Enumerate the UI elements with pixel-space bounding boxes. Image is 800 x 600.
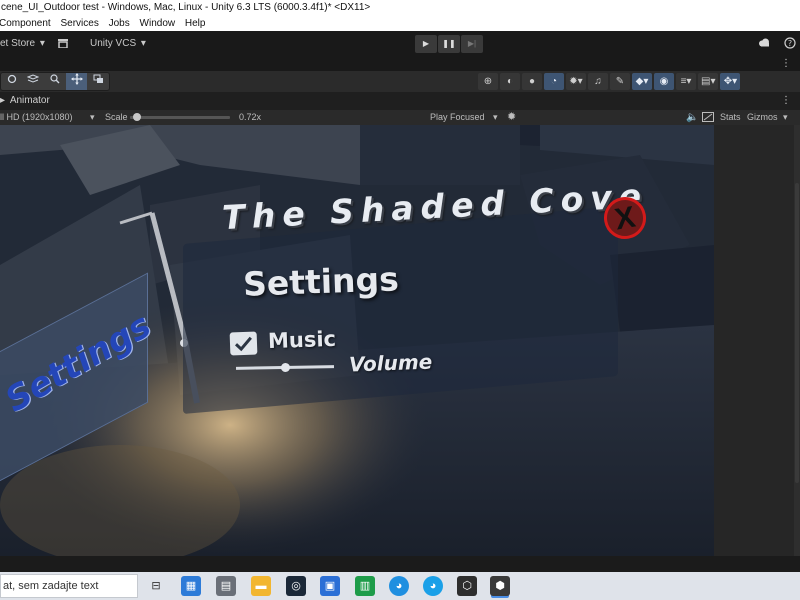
play-mode-label: Play Focused: [430, 112, 485, 122]
bug-icon[interactable]: ✹: [507, 110, 516, 125]
status-strip: [0, 556, 800, 572]
tab-arrow-icon: ▸: [0, 95, 6, 106]
chevron-down-icon[interactable]: ▾: [783, 110, 788, 125]
vcs-dropdown[interactable]: Unity VCS ▾: [90, 38, 146, 50]
play-controls: ▶ ❚❚ ▶|: [415, 35, 483, 53]
browser-icon[interactable]: ◕: [389, 576, 409, 596]
svg-text:?: ?: [788, 39, 792, 48]
view-tool-icon[interactable]: [1, 73, 23, 90]
gizmos-button[interactable]: Gizmos: [747, 110, 778, 125]
layers-dropdown-icon[interactable]: ≡▾: [676, 73, 696, 90]
more-options-icon[interactable]: ⋮: [781, 57, 791, 71]
main-toolbar: et Store ▾ Unity VCS ▾ ▶ ❚❚ ▶| ?: [0, 31, 800, 57]
draw-mode-icon[interactable]: ▤▾: [698, 73, 719, 90]
menu-help[interactable]: Help: [185, 16, 206, 31]
menu-component[interactable]: Component: [0, 16, 51, 31]
audio-toggle-icon[interactable]: ♫: [588, 73, 608, 90]
unity-editor-icon[interactable]: ⬢: [490, 576, 510, 596]
scene-view-options: ⊕ ◐ ● ◔ ✹▾ ♫ ✎ ◆▾ ◉ ≡▾ ▤▾ ✥▾: [478, 73, 741, 90]
store-icon[interactable]: ▣: [320, 576, 340, 596]
game-viewport[interactable]: The Shaded Cove X Settings Music Volume …: [0, 125, 714, 556]
chevron-down-icon: ▾: [39, 38, 45, 49]
scene-tools-bar: ⊕ ◐ ● ◔ ✹▾ ♫ ✎ ◆▾ ◉ ≡▾ ▤▾ ✥▾: [0, 71, 800, 92]
scrollbar[interactable]: [794, 125, 800, 556]
settings-heading: Settings: [242, 259, 400, 304]
pause-button[interactable]: ❚❚: [438, 35, 460, 53]
spreadsheet-icon[interactable]: ▥: [355, 576, 375, 596]
layers-tool-icon[interactable]: [23, 73, 45, 90]
shading-solid-icon[interactable]: ●: [522, 73, 542, 90]
window-title: cene_UI_Outdoor test - Windows, Mac, Lin…: [1, 2, 371, 13]
gizmo-dropdown-icon[interactable]: ✥▾: [720, 73, 741, 90]
scene-header-row: ⋮: [0, 57, 800, 71]
tab-more-icon[interactable]: ⋮: [781, 92, 791, 110]
os-taskbar: at, sem zadajte text ⊟ ▦ ▤ ▬ ◎ ▣ ▥ ◕ ◕ ⬡…: [0, 572, 800, 600]
volume-label: Volume: [348, 349, 433, 377]
inspector-side-panel: [714, 125, 800, 556]
asset-store-dropdown[interactable]: et Store ▾: [0, 38, 45, 50]
unity-hub-icon[interactable]: ⬡: [457, 576, 477, 596]
play-button[interactable]: ▶: [415, 35, 437, 53]
transform-tools: [0, 72, 110, 91]
effects-toggle-icon[interactable]: ✎: [610, 73, 630, 90]
camera-toggle-icon[interactable]: ◆▾: [632, 73, 652, 90]
lighting-toggle-icon[interactable]: ✹▾: [566, 73, 586, 90]
file-explorer-icon[interactable]: ▬: [251, 576, 271, 596]
menu-window[interactable]: Window: [140, 16, 176, 31]
game-tab-bar: ▸ Animator ⋮: [0, 92, 800, 110]
game-view-toolbar: ll HD (1920x1080) ▾ Scale 0.72x Play Foc…: [0, 110, 800, 125]
taskbar-search-input[interactable]: at, sem zadajte text: [0, 574, 138, 598]
search-tool-icon[interactable]: [44, 73, 66, 90]
cloud-icon[interactable]: [758, 38, 770, 50]
menu-services[interactable]: Services: [60, 16, 98, 31]
step-button[interactable]: ▶|: [461, 35, 483, 53]
scrollbar-thumb[interactable]: [795, 183, 799, 483]
chevron-down-icon[interactable]: ▾: [90, 110, 95, 125]
task-view-icon[interactable]: ⊟: [146, 576, 166, 596]
scale-value: 0.72x: [239, 112, 262, 122]
browser-alt-icon[interactable]: ◕: [423, 576, 443, 596]
window-title-bar: cene_UI_Outdoor test - Windows, Mac, Lin…: [0, 0, 800, 16]
chevron-down-icon: ▾: [140, 38, 146, 49]
mute-audio-icon[interactable]: 🔈: [686, 110, 698, 125]
help-icon[interactable]: ?: [784, 37, 796, 49]
tab-animator[interactable]: Animator: [10, 95, 50, 106]
scale-label: Scale: [105, 112, 128, 122]
menu-bar: Component Services Jobs Window Help: [0, 16, 800, 31]
shading-wireframe-icon[interactable]: ◐: [500, 73, 520, 90]
widgets-icon[interactable]: ▦: [181, 576, 201, 596]
stats-button[interactable]: Stats: [720, 110, 741, 125]
inbox-icon[interactable]: [58, 39, 68, 51]
music-label: Music: [267, 326, 337, 354]
calculator-icon[interactable]: ▤: [216, 576, 236, 596]
stats-grid-icon[interactable]: [702, 110, 714, 125]
checkmark-icon: [234, 336, 252, 352]
close-x-icon: X: [612, 200, 638, 237]
resolution-dropdown[interactable]: ll HD (1920x1080): [0, 110, 73, 125]
play-mode-dropdown[interactable]: Play Focused ▾: [430, 110, 498, 125]
music-checkbox[interactable]: [229, 331, 258, 356]
search-placeholder: at, sem zadajte text: [3, 580, 99, 592]
vcs-label: Unity VCS: [90, 38, 137, 49]
scale-slider-track[interactable]: [130, 113, 230, 121]
move-tool-icon[interactable]: [65, 73, 88, 90]
shading-textured-icon[interactable]: ◔: [544, 73, 564, 90]
chevron-down-icon: ▾: [493, 112, 498, 122]
scale-slider-handle[interactable]: [133, 113, 141, 121]
custom-tool-icon[interactable]: [87, 73, 109, 90]
resolution-label: ll HD (1920x1080): [0, 112, 73, 122]
asset-store-label: et Store: [0, 38, 36, 49]
visibility-icon[interactable]: ◉: [654, 73, 674, 90]
steam-icon[interactable]: ◎: [286, 576, 306, 596]
orientation-icon[interactable]: ⊕: [478, 73, 498, 90]
menu-jobs[interactable]: Jobs: [109, 16, 130, 31]
